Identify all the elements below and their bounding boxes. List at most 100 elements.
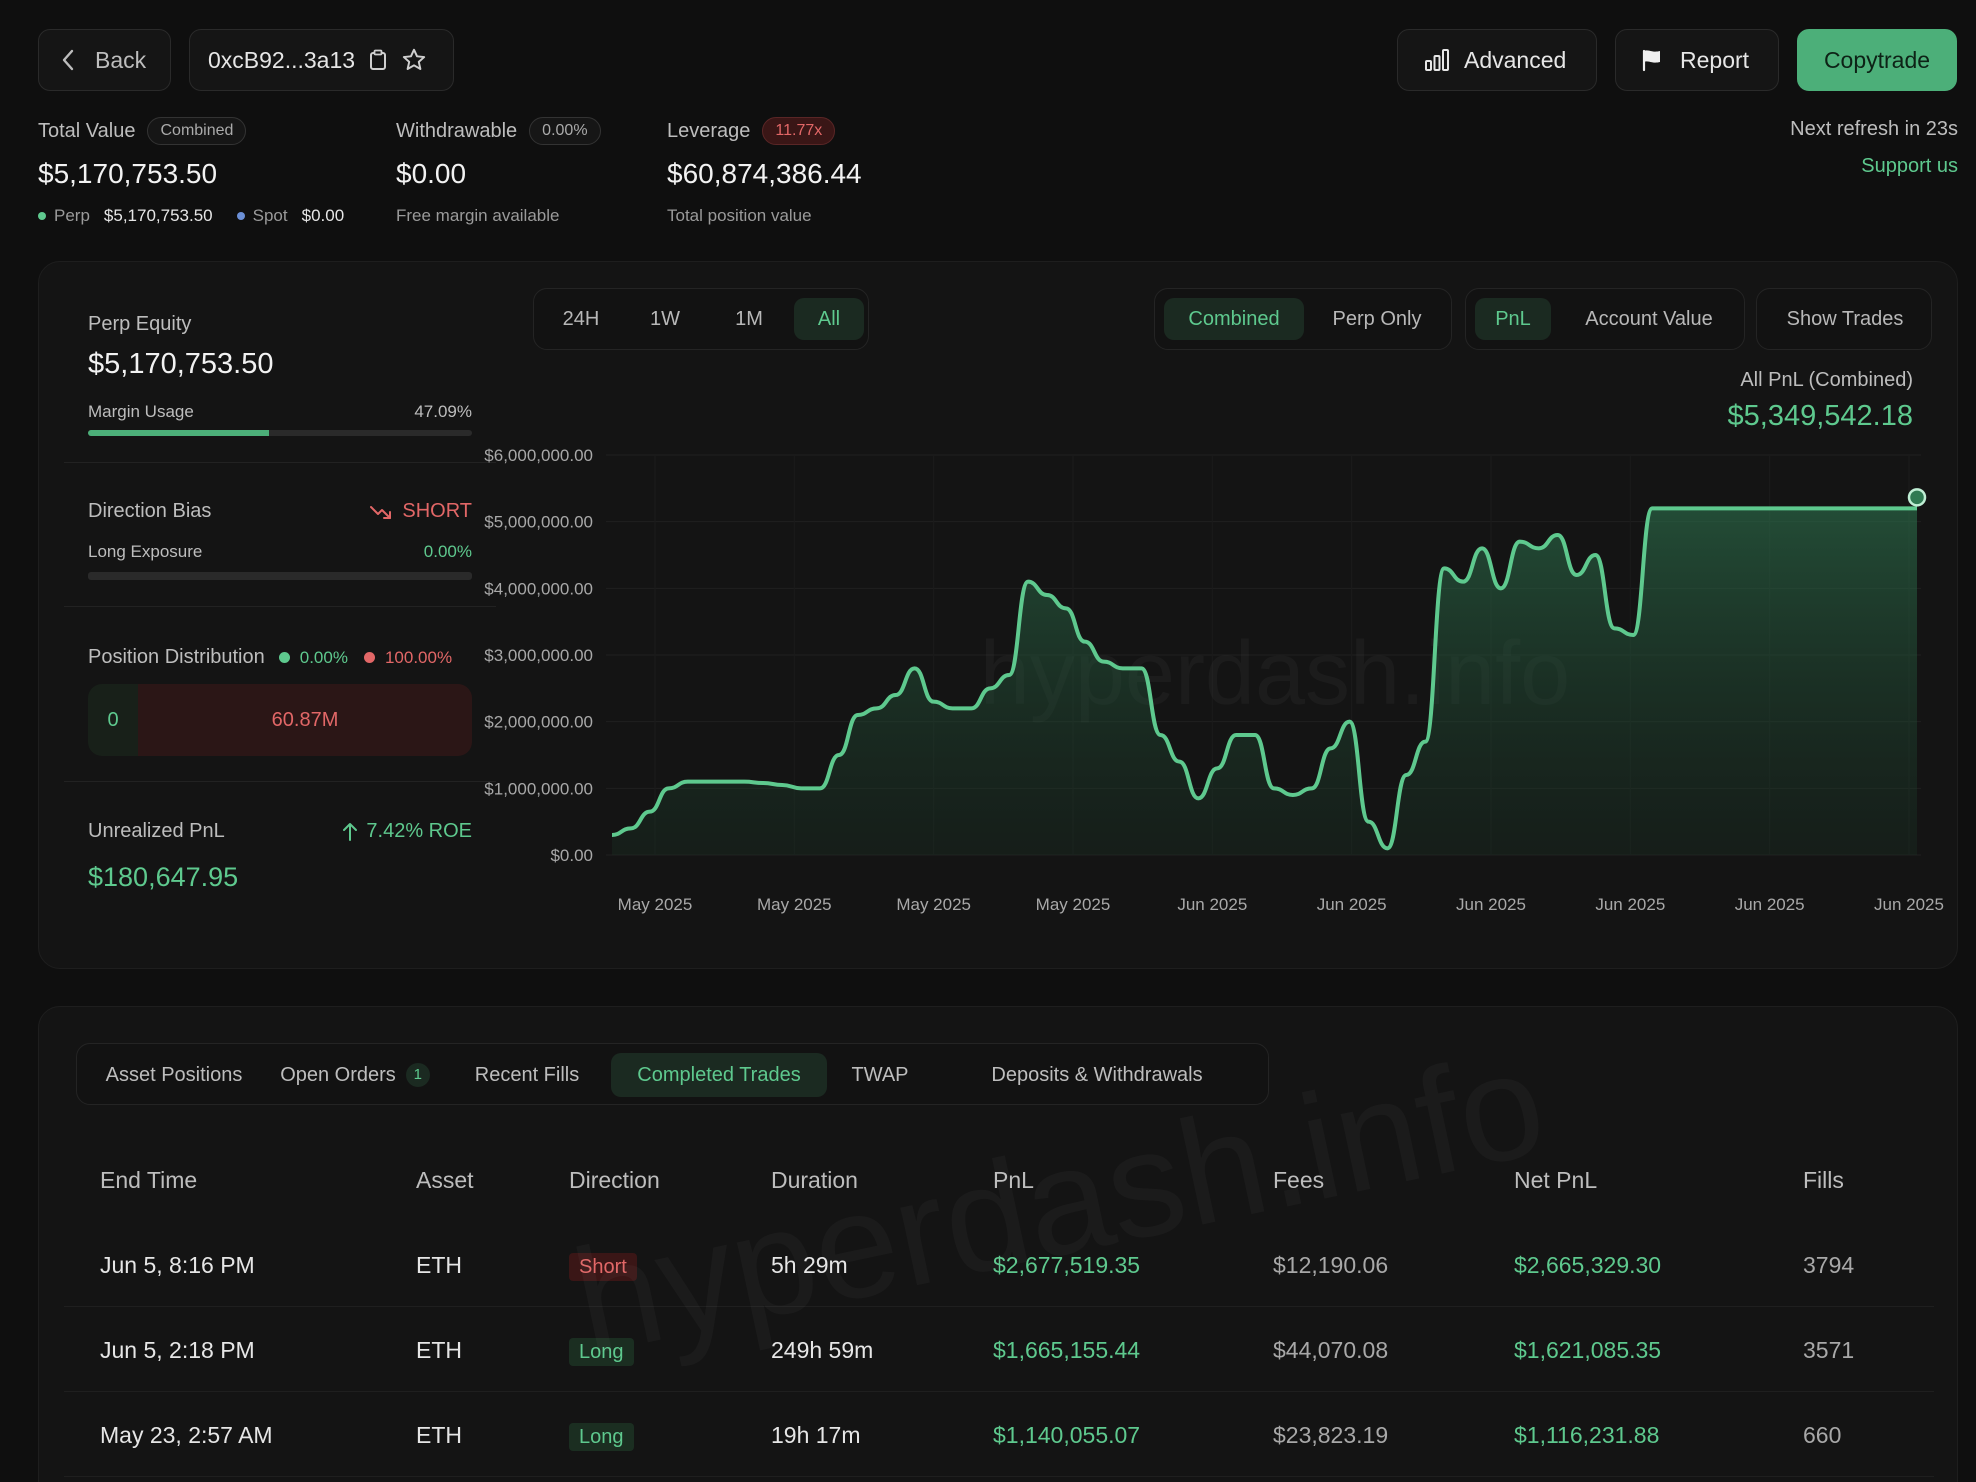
leverage-pill: 11.77x [762,117,836,145]
leverage-stat: Leverage 11.77x $60,874,386.44 Total pos… [667,117,862,226]
perp-label: Perp [54,206,90,225]
show-trades-button[interactable]: Show Trades [1756,288,1932,350]
advanced-button[interactable]: Advanced [1397,29,1597,91]
direction-badge: Long [569,1423,634,1451]
x-tick-label: Jun 2025 [1177,895,1247,914]
range-24h[interactable]: 24H [543,298,619,340]
y-tick-label: $6,000,000.00 [484,446,593,465]
cell-asset: ETH [416,1252,462,1278]
tab-bar: Asset Positions Open Orders 1 Recent Fill… [76,1043,1269,1105]
col-fills[interactable]: Fills [1803,1167,1844,1194]
tab-open-orders[interactable]: Open Orders 1 [267,1053,443,1097]
spot-label: Spot [252,206,288,225]
scope-selector: Combined Perp Only [1154,288,1452,350]
cell-fees: $44,070.08 [1273,1337,1389,1363]
direction-badge: Long [569,1338,634,1366]
divider [64,606,496,607]
y-tick-label: $4,000,000.00 [484,579,593,598]
leverage-label: Leverage [667,119,751,142]
top-bar: Back 0xcB92...3a13 Advanced Report Copyt… [38,29,1958,91]
long-dot-icon [278,652,290,663]
margin-usage-bar [88,430,472,436]
perp-equity-label: Perp Equity [88,313,192,335]
copytrade-button[interactable]: Copytrade [1797,29,1957,91]
perp-value: $5,170,753.50 [103,206,213,225]
cell-duration: 249h 59m [771,1337,874,1363]
pnl-chart[interactable]: $6,000,000.00 $5,000,000.00 $4,000,000.00 $… [475,434,1945,914]
table-row[interactable]: May 23, 2:57 AM ETH Long 19h 17m $1,140,… [64,1393,1934,1477]
refresh-info: Next refresh in 23s Support us [1790,118,1958,178]
back-label: Back [95,46,147,73]
roe-value: 7.42% ROE [366,820,472,842]
cell-asset: ETH [416,1422,462,1448]
direction-bias-label: Direction Bias [88,500,212,522]
tab-completed-trades[interactable]: Completed Trades [611,1053,827,1097]
address-chip: 0xcB92...3a13 [189,29,454,91]
star-icon[interactable] [401,47,427,73]
margin-usage-label: Margin Usage [88,402,194,421]
cell-fills: 660 [1803,1422,1842,1448]
refresh-timer: Next refresh in 23s [1790,118,1958,140]
perp-dot-icon [38,212,46,220]
cell-fees: $23,823.19 [1273,1422,1389,1448]
metric-account-value[interactable]: Account Value [1558,298,1740,340]
long-exposure-bar [88,572,472,580]
spot-dot-icon [236,212,245,220]
open-orders-badge: 1 [405,1063,430,1087]
cell-pnl: $2,677,519.35 [993,1252,1141,1278]
scope-combined[interactable]: Combined [1164,298,1304,340]
col-fees[interactable]: Fees [1273,1167,1324,1194]
col-pnl[interactable]: PnL [993,1167,1034,1194]
chevron-left-icon [62,49,74,71]
col-net-pnl[interactable]: Net PnL [1514,1167,1597,1194]
cell-net-pnl: $1,116,231.88 [1514,1422,1660,1448]
cell-fills: 3794 [1803,1252,1855,1278]
withdrawable-sub: Free margin available [396,206,560,225]
back-button[interactable]: Back [38,29,171,91]
direction-bias-value: SHORT [402,500,472,522]
clipboard-icon[interactable] [369,49,387,71]
total-value: $5,170,753.50 [38,158,218,189]
divider [64,462,496,463]
tab-open-orders-label: Open Orders [280,1064,396,1086]
y-tick-label: $2,000,000.00 [484,713,593,732]
total-value-stat: Total Value Combined $5,170,753.50 Perp … [38,117,344,226]
y-tick-label: $5,000,000.00 [484,513,593,532]
col-direction[interactable]: Direction [569,1167,660,1194]
dist-short-pct: 100.00% [384,647,453,667]
col-asset[interactable]: Asset [416,1167,474,1194]
report-button[interactable]: Report [1615,29,1779,91]
table-row[interactable]: Jun 5, 2:18 PM ETH Long 249h 59m $1,665,… [64,1308,1934,1392]
margin-usage-value: 47.09% [414,402,472,421]
cell-fills: 3571 [1803,1337,1855,1363]
tab-asset-positions[interactable]: Asset Positions [86,1053,262,1097]
metric-pnl[interactable]: PnL [1475,298,1551,340]
range-1m[interactable]: 1M [710,298,788,340]
report-label: Report [1680,46,1750,73]
col-end-time[interactable]: End Time [100,1167,197,1194]
bar-chart-icon [1425,49,1449,71]
y-tick-label: $0.00 [550,846,593,865]
support-link[interactable]: Support us [1790,155,1958,178]
x-tick-label: Jun 2025 [1735,895,1805,914]
position-distribution-bar: 0 60.87M [88,684,472,756]
tab-deposits-withdrawals[interactable]: Deposits & Withdrawals [933,1053,1261,1097]
col-duration[interactable]: Duration [771,1167,858,1194]
tab-recent-fills[interactable]: Recent Fills [452,1053,602,1097]
x-tick-label: May 2025 [1036,895,1111,914]
range-1w[interactable]: 1W [626,298,704,340]
scope-perp-only[interactable]: Perp Only [1307,298,1447,340]
unrealized-pnl-value: $180,647.95 [88,862,239,892]
tab-twap[interactable]: TWAP [836,1053,924,1097]
table-row[interactable]: Jun 5, 8:16 PM ETH Short 5h 29m $2,677,5… [64,1223,1934,1307]
cell-net-pnl: $1,621,085.35 [1514,1337,1662,1363]
advanced-label: Advanced [1464,46,1567,73]
direction-badge: Short [569,1253,637,1281]
chart-headline-value: $5,349,542.18 [1727,400,1913,432]
trending-down-icon [370,505,392,519]
show-trades-label: Show Trades [1786,308,1904,330]
dist-short-value: 60.87M [138,684,472,756]
chart-title: All PnL (Combined) [1740,369,1913,391]
metric-selector: PnL Account Value [1465,288,1745,350]
range-all[interactable]: All [794,298,864,340]
